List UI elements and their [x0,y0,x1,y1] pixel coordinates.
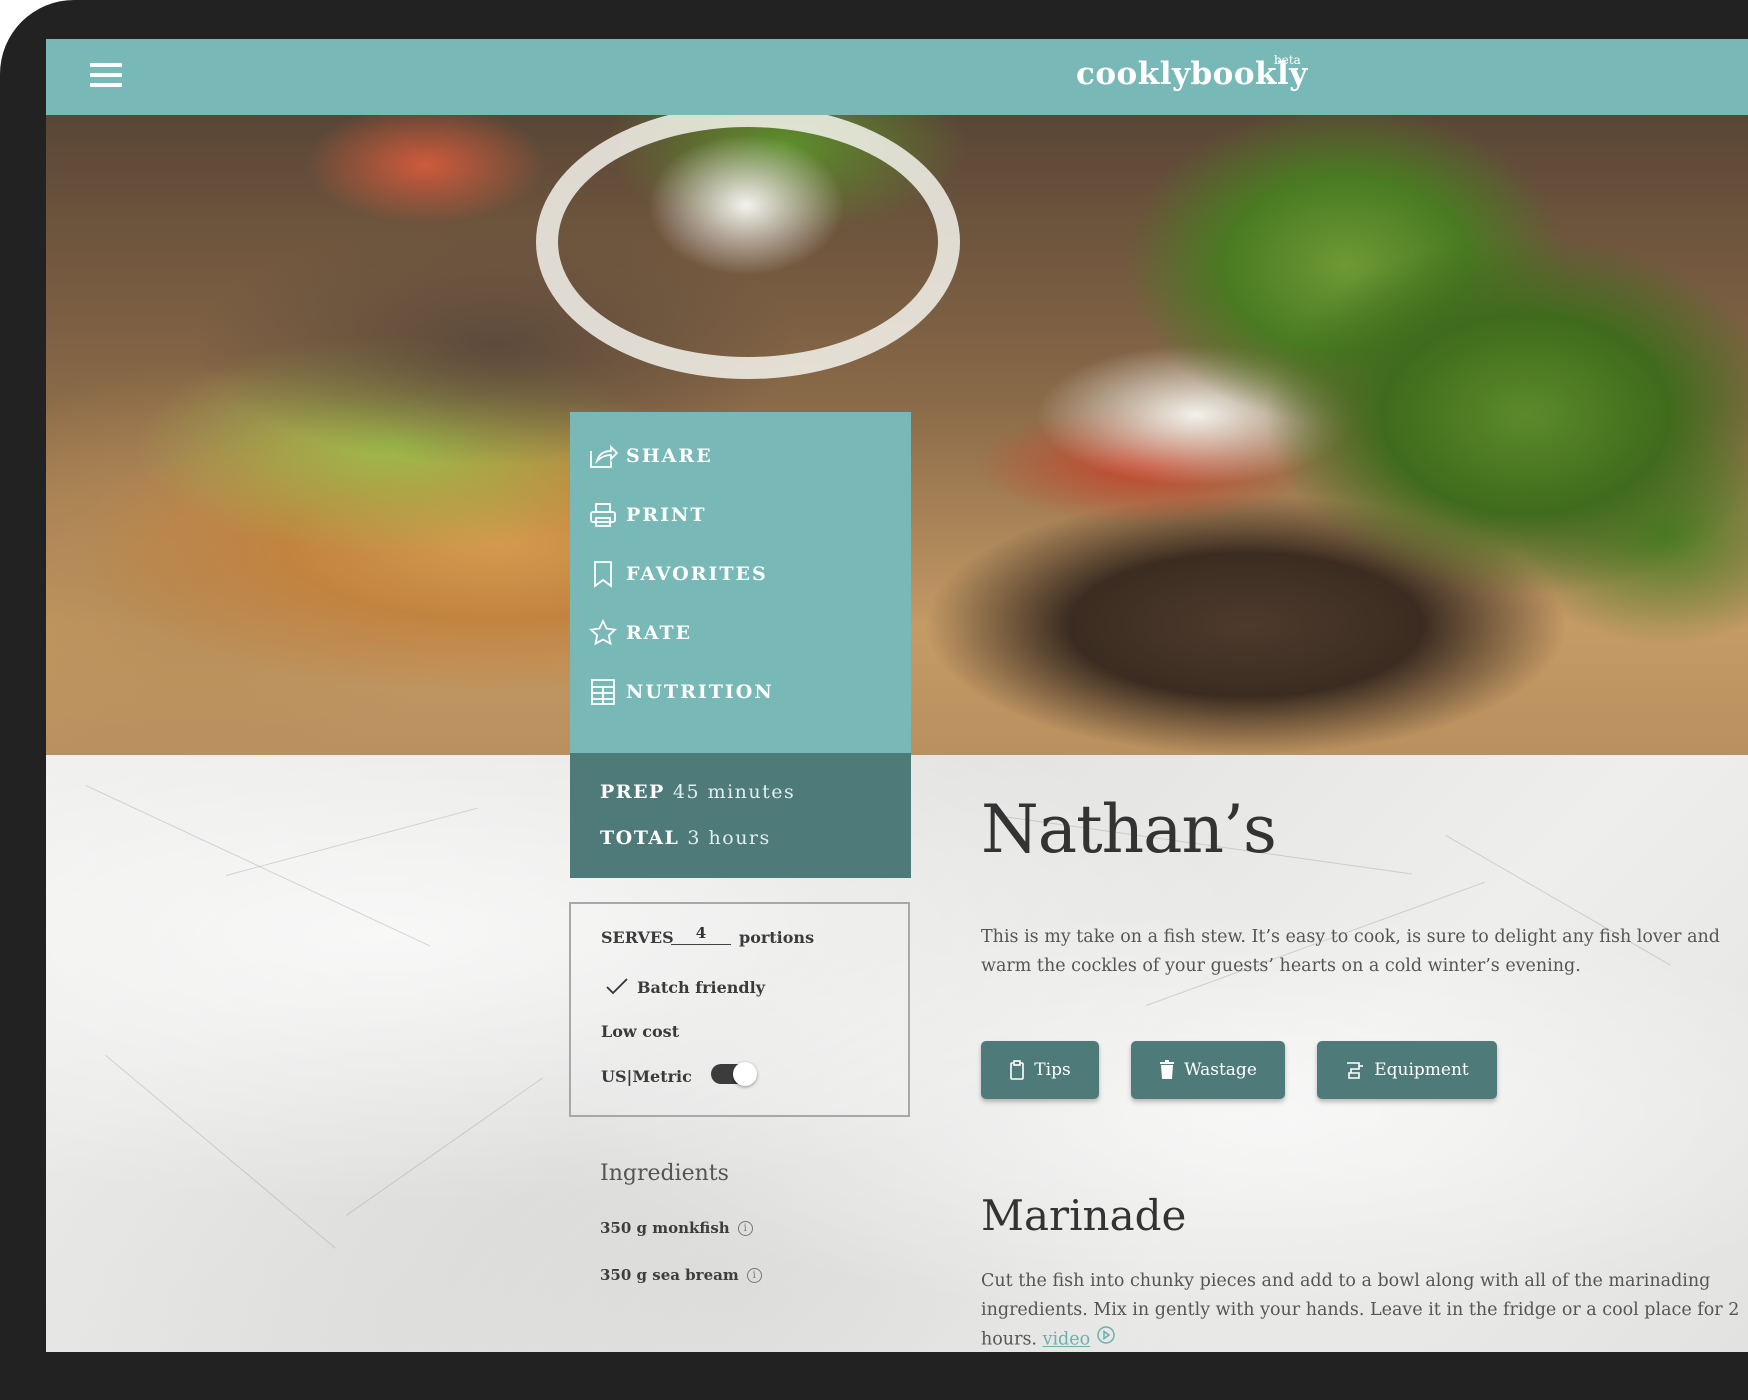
beta-badge: beta [1274,53,1301,67]
wastage-label: Wastage [1184,1060,1257,1080]
recipe-info-box: SERVES portions Batch friendly Low cost … [569,902,910,1117]
recipe-description: This is my take on a fish stew. It’s eas… [981,927,1720,976]
ingredient-item: 350 g monkfish i [600,1219,753,1237]
app-screen: cooklybookly beta SHARE PRINT FAVORITES … [46,39,1748,1352]
section-text: Cut the fish into chunky pieces and add … [981,1267,1748,1352]
wastage-button[interactable]: Wastage [1131,1041,1285,1099]
info-icon[interactable]: i [746,1267,762,1283]
units-label: US|Metric [601,1067,692,1086]
serves-input[interactable] [671,922,731,945]
rate-action[interactable]: RATE [588,615,692,651]
clipboard-icon [1009,1060,1025,1080]
time-panel: PREP 45 minutes TOTAL 3 hours [570,753,911,878]
prep-label: PREP [600,781,665,803]
prep-time: PREP 45 minutes [600,781,795,803]
info-icon[interactable]: i [737,1220,753,1236]
print-icon [588,500,618,530]
tips-button[interactable]: Tips [981,1041,1099,1099]
batch-friendly-label: Batch friendly [637,978,765,997]
total-time: TOTAL 3 hours [600,827,771,849]
favorites-label: FAVORITES [626,563,768,585]
units-toggle[interactable] [711,1062,757,1086]
equipment-button[interactable]: Equipment [1317,1041,1497,1099]
serves-label: SERVES [601,928,674,947]
total-label: TOTAL [600,827,680,849]
nutrition-action[interactable]: NUTRITION [588,674,774,710]
device-frame: cooklybookly beta SHARE PRINT FAVORITES … [0,0,1748,1400]
print-action[interactable]: PRINT [588,497,706,533]
total-value: 3 hours [687,827,771,849]
ingredients-title: Ingredients [600,1161,729,1186]
tips-label: Tips [1034,1060,1071,1080]
section-title: Marinade [981,1191,1187,1240]
nutrition-table-icon [588,677,618,707]
share-icon [588,441,618,471]
equipment-label: Equipment [1374,1060,1469,1080]
prep-value: 45 minutes [672,781,796,803]
hamburger-menu-icon[interactable] [90,63,122,91]
play-circle-icon[interactable] [1096,1325,1116,1352]
ingredient-item: 350 g sea bream i [600,1266,762,1284]
ingredient-label: 350 g monkfish [600,1219,730,1237]
toggle-knob [733,1062,757,1086]
star-icon [588,618,618,648]
rate-label: RATE [626,622,693,644]
low-cost-label: Low cost [601,1022,680,1041]
video-link[interactable]: video [1043,1330,1091,1350]
ingredient-label: 350 g sea bream [600,1266,739,1284]
mixer-icon [1345,1060,1365,1080]
print-label: PRINT [626,504,707,526]
hero-onion-ring [536,115,960,379]
recipe-title: Nathan’s [981,791,1277,868]
top-bar: cooklybookly beta [46,39,1748,115]
favorites-action[interactable]: FAVORITES [588,556,768,592]
portions-label: portions [739,928,815,947]
check-icon [605,976,629,1000]
share-action[interactable]: SHARE [588,438,713,474]
bookmark-icon [588,559,618,589]
share-label: SHARE [626,445,713,467]
action-panel: SHARE PRINT FAVORITES RATE NUTRITION [570,412,911,753]
nutrition-label: NUTRITION [626,681,774,703]
trash-icon [1159,1060,1175,1080]
